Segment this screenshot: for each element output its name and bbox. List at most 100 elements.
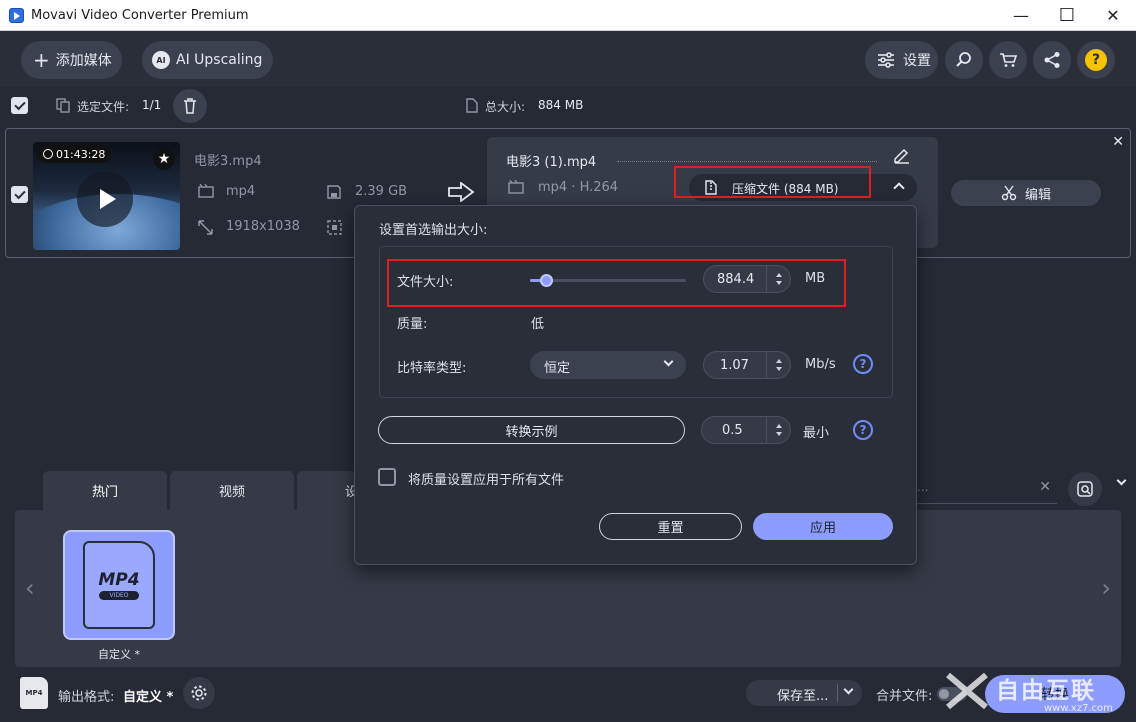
video-thumbnail[interactable]: 01:43:28 ★ <box>33 142 180 250</box>
bitrate-unit: Mb/s <box>805 357 836 372</box>
total-size-value: 884 MB <box>538 98 584 112</box>
file-size-stepper[interactable] <box>766 266 790 292</box>
save-to-dropdown[interactable]: 保存至... <box>746 680 862 706</box>
format-icon <box>198 184 214 198</box>
scroll-left-icon[interactable]: ‹ <box>25 574 35 602</box>
star-icon[interactable]: ★ <box>153 148 175 170</box>
select-all-checkbox[interactable] <box>11 97 28 114</box>
save-to-label: 保存至... <box>777 689 829 704</box>
tab-popular[interactable]: 热门 <box>43 471 167 510</box>
dropdown-divider <box>837 684 838 702</box>
toggle-knob <box>939 689 949 699</box>
sample-length-unit: 最小 <box>803 426 830 441</box>
quality-value: 低 <box>531 317 545 332</box>
slider-handle[interactable] <box>540 274 553 287</box>
chevron-up-icon <box>893 182 905 194</box>
file-size-icon <box>466 98 478 113</box>
minimize-button[interactable]: — <box>998 0 1044 31</box>
convert-sample-button[interactable]: 转换示例 <box>378 416 685 444</box>
sample-length-stepper[interactable] <box>766 417 790 443</box>
file-size: 2.39 GB <box>355 184 408 199</box>
sample-help-icon[interactable]: ? <box>853 420 873 440</box>
tab-device[interactable]: 设 <box>297 471 357 510</box>
output-codec: mp4 · H.264 <box>538 180 619 195</box>
video-badge-text: VIDEO <box>99 591 139 600</box>
app-logo-icon <box>9 8 24 23</box>
file-resolution: 1918x1038 <box>226 219 300 234</box>
play-icon[interactable] <box>77 171 133 227</box>
convert-button[interactable]: 转换 <box>985 675 1125 713</box>
close-window-button[interactable]: ✕ <box>1090 0 1136 31</box>
dialog-title: 设置首选输出大小: <box>379 223 488 238</box>
cart-icon <box>1000 53 1017 67</box>
tab-video[interactable]: 视频 <box>170 471 294 510</box>
remove-file-icon[interactable]: ✕ <box>1112 134 1124 150</box>
convert-label: 转换 <box>1041 687 1069 703</box>
duration-text: 01:43:28 <box>56 147 106 161</box>
mp4-file-icon: MP4 VIDEO <box>83 541 155 629</box>
file-format: mp4 <box>226 184 256 199</box>
edit-button[interactable]: 编辑 <box>951 180 1101 206</box>
add-media-label: 添加媒体 <box>55 53 112 69</box>
chevron-down-icon <box>843 684 854 695</box>
compress-file-label: 压缩文件 (884 MB) <box>732 182 839 196</box>
apply-label: 应用 <box>809 521 836 536</box>
convert-sample-label: 转换示例 <box>505 424 558 440</box>
output-format-value: 自定义 * <box>123 690 174 705</box>
help-button[interactable]: ? <box>1077 41 1115 79</box>
reset-button[interactable]: 重置 <box>599 513 742 540</box>
bitrate-type-value: 恒定 <box>544 361 571 376</box>
format-search-input[interactable]: ... ✕ <box>912 474 1057 504</box>
bitrate-type-select[interactable]: 恒定 <box>530 351 686 379</box>
output-format-label: 输出格式: <box>58 690 115 705</box>
selected-files-label: 选定文件: <box>77 100 130 114</box>
help-icon: ? <box>1085 49 1107 71</box>
collapse-panel-icon[interactable] <box>1109 472 1133 492</box>
settings-button[interactable]: 设置 <box>865 41 938 79</box>
mp4-badge-text: MP4 <box>98 570 140 590</box>
file-checkbox[interactable] <box>11 186 28 203</box>
file-size-input[interactable]: 884.4 <box>703 265 791 293</box>
format-preset-label: 自定义 * <box>98 648 140 661</box>
scroll-right-icon[interactable]: › <box>1101 574 1111 602</box>
file-size-value: 884.4 <box>717 272 755 287</box>
bitrate-input[interactable]: 1.07 <box>703 351 791 379</box>
format-search-button[interactable] <box>1068 472 1102 506</box>
file-size-label: 文件大小: <box>397 275 454 290</box>
file-size-slider[interactable] <box>530 274 686 287</box>
ai-icon: AI <box>152 51 170 69</box>
add-media-button[interactable]: + 添加媒体 <box>21 41 122 79</box>
bitrate-help-icon[interactable]: ? <box>853 354 873 374</box>
apply-button[interactable]: 应用 <box>753 513 893 540</box>
quality-label: 质量: <box>397 317 428 332</box>
output-format-icon <box>508 180 524 194</box>
file-size-unit: MB <box>805 271 826 286</box>
compress-file-button[interactable]: 压缩文件 (884 MB) <box>689 174 917 201</box>
rename-pencil-icon[interactable] <box>893 147 910 164</box>
apply-all-checkbox[interactable] <box>378 468 396 486</box>
chevron-down-icon <box>663 356 674 367</box>
bitrate-stepper[interactable] <box>766 352 790 378</box>
sample-length-input[interactable]: 0.5 <box>701 416 791 444</box>
maximize-button[interactable]: ☐ <box>1044 0 1090 31</box>
clear-search-icon[interactable]: ✕ <box>1039 479 1051 495</box>
convert-arrow-icon <box>448 182 475 202</box>
ai-upscaling-button[interactable]: AI AI Upscaling <box>142 41 273 79</box>
files-icon <box>56 98 70 113</box>
selection-bar: 选定文件: 1/1 总大小: 884 MB <box>0 87 1136 125</box>
total-size-label: 总大小: <box>485 100 526 114</box>
file-name: 电影3.mp4 <box>194 154 262 169</box>
delete-button[interactable] <box>173 89 207 123</box>
share-button[interactable] <box>1033 41 1071 79</box>
merge-files-toggle[interactable] <box>937 687 967 701</box>
cart-button[interactable] <box>989 41 1027 79</box>
format-preset-custom[interactable]: MP4 VIDEO <box>63 530 175 640</box>
search-button[interactable] <box>945 41 983 79</box>
status-bar: MP4 输出格式: 自定义 * 保存至... 合并文件: 转换 自由互联 www… <box>0 667 1136 722</box>
ai-upscaling-label: AI Upscaling <box>176 52 263 68</box>
selected-files-count: 1/1 <box>142 98 162 112</box>
bitrate-value: 1.07 <box>720 358 749 373</box>
output-settings-button[interactable] <box>183 677 215 709</box>
reset-label: 重置 <box>657 521 684 536</box>
gear-icon <box>191 685 207 701</box>
